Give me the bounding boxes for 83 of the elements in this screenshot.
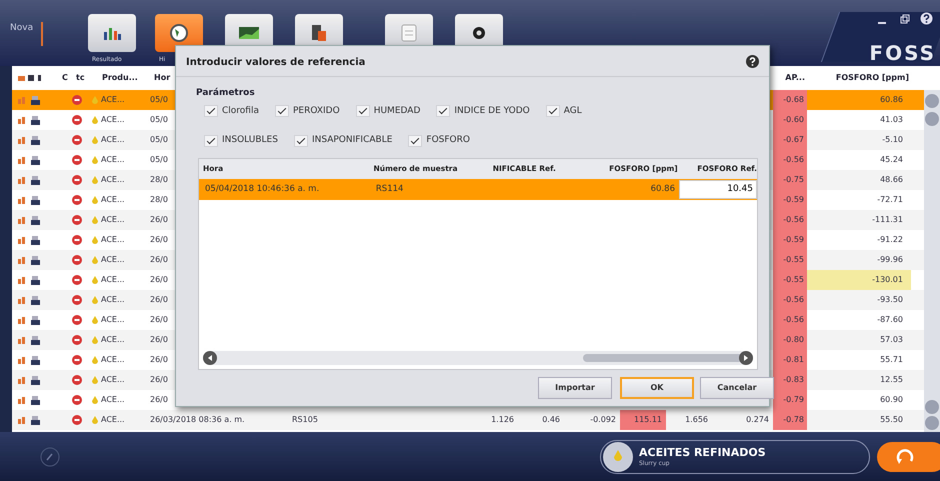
table-cell: ACE...: [101, 94, 125, 106]
table-cell: -93.50: [877, 294, 903, 306]
table-cell: -0.83: [773, 370, 807, 390]
table-cell: 26/0: [150, 395, 168, 404]
table-cell: 26/0: [150, 215, 168, 224]
table-cell: ACE...: [101, 214, 125, 226]
table-cell: 26/0: [150, 255, 168, 264]
table-cell: 28/0: [150, 175, 168, 184]
table-cell: ACE...: [101, 254, 125, 266]
table-cell: -0.59: [773, 230, 807, 250]
table-cell: ACE...: [101, 314, 125, 326]
table-cell: 26/0: [150, 295, 168, 304]
table-cell: -87.60: [877, 314, 903, 326]
table-cell: ACE...: [101, 374, 125, 386]
table-cell: -0.67: [773, 130, 807, 150]
table-cell: 60.90: [880, 394, 903, 406]
table-cell: 0.274: [746, 415, 769, 424]
product-name: ACEITES REFINADOS: [639, 446, 766, 458]
table-cell: ACE...: [101, 194, 125, 206]
table-cell: 12.55: [880, 374, 903, 386]
table-cell: ACE...: [101, 294, 125, 306]
table-cell: 45.24: [880, 154, 903, 166]
table-cell: -0.81: [773, 350, 807, 370]
table-cell: -130.01: [872, 274, 903, 286]
table-cell: ACE...: [101, 234, 125, 246]
table-cell: -0.59: [773, 190, 807, 210]
table-cell: -5.10: [882, 134, 903, 146]
grid-cell: 05/04/2018 10:46:36 a. m.: [205, 184, 320, 194]
table-cell: ACE...: [101, 274, 125, 286]
table-cell: 26/0: [150, 335, 168, 344]
table-cell: -0.78: [773, 410, 807, 430]
table-cell: 05/0: [150, 155, 168, 164]
table-cell: 26/0: [150, 275, 168, 284]
table-cell: 48.66: [880, 174, 903, 186]
table-cell: -0.60: [773, 110, 807, 130]
section-label: Parámetros: [196, 87, 256, 100]
table-cell: 1.126: [491, 415, 514, 424]
table-cell: -0.55: [773, 250, 807, 270]
table-cell: ACE...: [101, 414, 125, 426]
table-cell: RS105: [292, 415, 318, 424]
table-cell: 115.11: [620, 410, 666, 430]
table-cell: -0.56: [773, 210, 807, 230]
table-cell: -0.56: [773, 150, 807, 170]
table-cell: -0.092: [590, 415, 616, 424]
table-cell: ACE...: [101, 174, 125, 186]
table-cell: 05/0: [150, 135, 168, 144]
table-cell: -0.56: [773, 310, 807, 330]
table-cell: 55.50: [880, 414, 903, 426]
table-cell: ACE...: [101, 334, 125, 346]
table-cell: ACE...: [101, 154, 125, 166]
table-cell: 05/0: [150, 115, 168, 124]
app-logo: Nova: [10, 22, 44, 46]
table-cell: 1.656: [685, 415, 708, 424]
table-cell: 55.71: [880, 354, 903, 366]
table-cell: -0.56: [773, 290, 807, 310]
table-cell: 28/0: [150, 195, 168, 204]
table-cell: -72.71: [877, 194, 903, 206]
table-cell: 26/0: [150, 355, 168, 364]
table-cell: 26/03/2018 08:36 a. m.: [150, 415, 245, 424]
table-cell: 57.03: [880, 334, 903, 346]
table-cell: ACE...: [101, 394, 125, 406]
table-cell: 05/0: [150, 95, 168, 104]
dialog-title: Introducir valores de referencia: [186, 56, 366, 70]
table-cell: 26/0: [150, 315, 168, 324]
table-cell: 60.86: [880, 94, 903, 106]
table-cell: -0.79: [773, 390, 807, 410]
table-cell: -91.22: [877, 234, 903, 246]
table-cell: -0.68: [773, 90, 807, 110]
table-cell: -0.55: [773, 270, 807, 290]
table-cell: ACE...: [101, 134, 125, 146]
table-cell: 41.03: [880, 114, 903, 126]
brand-logo: FOSS: [869, 40, 936, 67]
table-cell: ACE...: [101, 354, 125, 366]
table-cell: -0.80: [773, 330, 807, 350]
table-cell: -0.75: [773, 170, 807, 190]
table-cell: -99.96: [877, 254, 903, 266]
grid-cell: 60.86: [650, 184, 675, 194]
table-cell: ACE...: [101, 114, 125, 126]
table-cell: -111.31: [872, 214, 903, 226]
grid-cell: RS114: [376, 184, 404, 194]
table-cell: 26/0: [150, 235, 168, 244]
table-cell: 26/0: [150, 375, 168, 384]
table-cell: 0.46: [542, 415, 560, 424]
